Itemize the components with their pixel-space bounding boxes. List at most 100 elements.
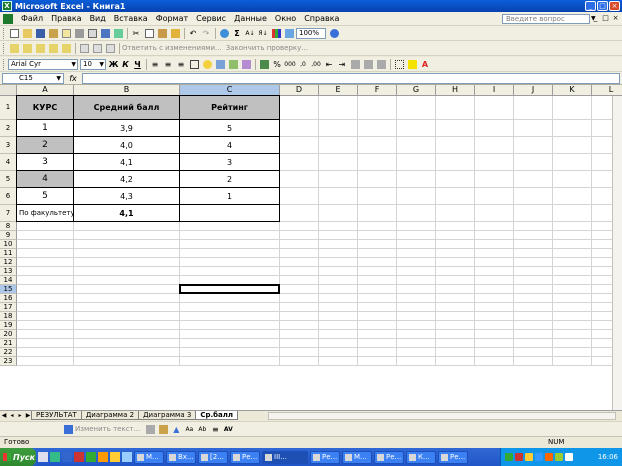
merge-center-button[interactable] — [188, 58, 200, 70]
avg-score-cell[interactable]: 4,0 — [74, 137, 179, 153]
drawing-button[interactable] — [283, 27, 295, 39]
column-header[interactable]: L — [592, 85, 622, 96]
row-header[interactable]: 7 — [0, 205, 17, 222]
column-header[interactable]: D — [280, 85, 319, 96]
row-header[interactable]: 4 — [0, 154, 17, 171]
decrease-indent-button[interactable]: ⇤ — [323, 58, 335, 70]
row-header[interactable]: 13 — [0, 267, 17, 276]
active-cell-selection[interactable] — [179, 284, 280, 294]
taskbar-window-button[interactable]: Ре... — [310, 450, 340, 464]
menu-insert[interactable]: Вставка — [110, 14, 152, 23]
taskbar-window-button[interactable]: Ре... — [230, 450, 260, 464]
autosum-button[interactable]: Σ — [231, 27, 243, 39]
course-cell[interactable]: 1 — [17, 120, 73, 136]
course-cell[interactable]: 2 — [17, 137, 73, 153]
close-button[interactable]: × — [609, 1, 620, 11]
course-cell[interactable]: 4 — [17, 171, 73, 187]
fx-icon[interactable]: fx — [64, 74, 82, 83]
spelling-button[interactable] — [99, 27, 111, 39]
wordart-gallery-button[interactable] — [144, 423, 156, 435]
permission-button[interactable] — [47, 27, 59, 39]
undo-button[interactable]: ↶ — [187, 27, 199, 39]
taskbar-window-button[interactable]: Ре... — [438, 450, 468, 464]
start-button[interactable]: Пуск — [0, 448, 36, 466]
tray-icon[interactable] — [565, 453, 573, 461]
faculty-label-cell[interactable]: По факультету — [17, 205, 73, 221]
avg-score-cell[interactable]: 4,1 — [74, 154, 179, 170]
name-box[interactable]: C15 ▼ — [2, 72, 64, 84]
fill-color-button[interactable] — [406, 58, 418, 70]
font-size-select[interactable]: 10 ▼ — [80, 58, 106, 70]
row-header[interactable]: 5 — [0, 171, 17, 188]
row-header[interactable]: 11 — [0, 249, 17, 258]
tool-button-5[interactable] — [362, 58, 374, 70]
taskbar-window-button[interactable]: М... — [134, 450, 164, 464]
tool-button-2[interactable] — [227, 58, 239, 70]
redo-button[interactable]: ↷ — [200, 27, 212, 39]
sheet-tab-result[interactable]: РЕЗУЛЬТАТ — [31, 411, 82, 420]
row-header[interactable]: 20 — [0, 330, 17, 339]
review-btn-2[interactable] — [21, 42, 33, 54]
row-header[interactable]: 2 — [0, 120, 17, 137]
review-btn-6[interactable] — [78, 42, 90, 54]
course-cell[interactable]: 5 — [17, 188, 73, 204]
menu-view[interactable]: Вид — [86, 14, 110, 23]
worksheet-grid[interactable]: A B C D E F G H I J K L 1 2 3 4 5 6 7 8 9 10 11 12 13 14 15 16 17 18 1… — [0, 85, 622, 410]
formula-input[interactable] — [82, 72, 620, 84]
row-header[interactable]: 10 — [0, 240, 17, 249]
menu-edit[interactable]: Правка — [47, 14, 85, 23]
chart-wizard-button[interactable] — [270, 27, 282, 39]
quicklaunch-icon[interactable] — [86, 452, 96, 462]
taskbar-window-button[interactable]: III... — [262, 450, 308, 464]
reply-with-changes-button[interactable]: Ответить с изменениями... — [122, 44, 222, 52]
minimize-button[interactable]: _ — [585, 1, 596, 11]
row-header[interactable]: 12 — [0, 258, 17, 267]
next-sheet-button[interactable]: ▸ — [16, 412, 24, 419]
zoom-select[interactable]: 100% — [296, 27, 326, 39]
end-review-button[interactable]: Закончить проверку... — [226, 44, 308, 52]
currency-button[interactable] — [258, 58, 270, 70]
row-header[interactable]: 18 — [0, 312, 17, 321]
thousands-button[interactable]: 000 — [284, 58, 296, 70]
italic-button[interactable]: К — [120, 60, 131, 69]
avg-header[interactable]: Средний балл — [74, 96, 179, 119]
row-header[interactable]: 6 — [0, 188, 17, 205]
quicklaunch-icon[interactable] — [62, 452, 72, 462]
maximize-button[interactable]: □ — [597, 1, 608, 11]
align-right-button[interactable]: ≡ — [175, 58, 187, 70]
menu-file[interactable]: Файл — [17, 14, 47, 23]
sort-descending-button[interactable]: Я↓ — [257, 27, 269, 39]
review-btn-1[interactable] — [8, 42, 20, 54]
review-btn-5[interactable] — [60, 42, 72, 54]
tray-icon[interactable] — [515, 453, 523, 461]
increase-decimal-button[interactable]: ,0 — [297, 58, 309, 70]
taskbar-window-button[interactable]: Вх... — [166, 450, 196, 464]
tool-button-6[interactable] — [375, 58, 387, 70]
row-header[interactable]: 9 — [0, 231, 17, 240]
review-btn-7[interactable] — [91, 42, 103, 54]
wordart-shape-button[interactable]: ▲ — [170, 423, 182, 435]
decrease-decimal-button[interactable]: ,00 — [310, 58, 322, 70]
print-preview-button[interactable] — [86, 27, 98, 39]
row-header[interactable]: 19 — [0, 321, 17, 330]
column-header[interactable]: I — [475, 85, 514, 96]
paste-button[interactable] — [156, 27, 168, 39]
row-header[interactable]: 15 — [0, 285, 17, 294]
tray-icon[interactable] — [535, 453, 543, 461]
percent-button[interactable]: % — [271, 58, 283, 70]
row-header[interactable]: 21 — [0, 339, 17, 348]
taskbar-window-button[interactable]: Ре... — [374, 450, 404, 464]
prev-sheet-button[interactable]: ◂ — [8, 412, 16, 419]
taskbar-window-button[interactable]: М... — [342, 450, 372, 464]
taskbar-window-button[interactable]: [2... — [198, 450, 228, 464]
review-btn-3[interactable] — [34, 42, 46, 54]
quicklaunch-icon[interactable] — [50, 452, 60, 462]
spacing-button[interactable]: AV — [222, 423, 234, 435]
column-header[interactable]: E — [319, 85, 358, 96]
borders-button[interactable] — [393, 58, 405, 70]
doc-close-button[interactable]: × — [611, 14, 620, 23]
vertical-text-button[interactable]: Ab — [196, 423, 208, 435]
menu-data[interactable]: Данные — [230, 14, 271, 23]
tray-icon[interactable] — [545, 453, 553, 461]
underline-button[interactable]: Ч — [132, 60, 143, 69]
